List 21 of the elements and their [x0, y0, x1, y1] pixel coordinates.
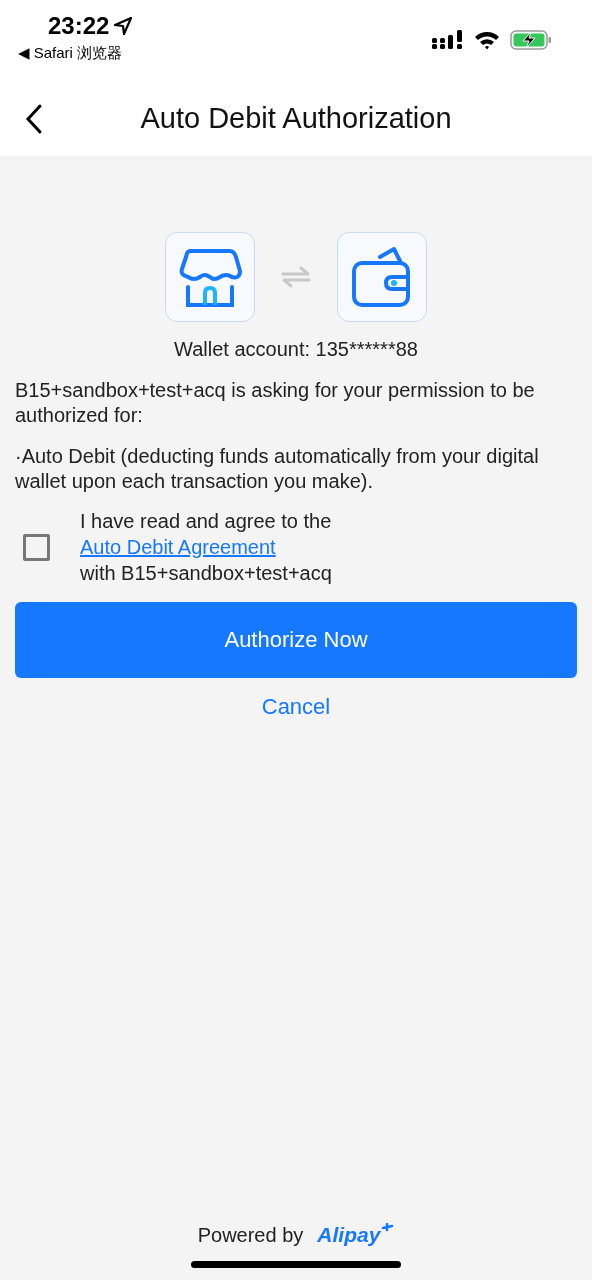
auto-debit-description: ·Auto Debit (deducting funds automatically from your digital wallet upon each transaction you make).	[15, 444, 540, 494]
status-time: 23:22	[48, 12, 110, 40]
agreement-checkbox[interactable]	[23, 533, 50, 561]
agreement-text: I have read and agree to the	[80, 509, 332, 534]
wallet-icon	[337, 232, 427, 322]
agreement-party-text: with B15+sandbox+test+acq	[80, 561, 332, 586]
store-icon	[165, 232, 255, 322]
permission-request-text: B15+sandbox+test+acq is asking for your permission to be authorized for:	[15, 378, 536, 428]
location-arrow-icon	[113, 16, 134, 36]
back-to-app-link[interactable]: ◀ Safari 浏览器	[18, 44, 134, 63]
agreement-link[interactable]: Auto Debit Agreement	[80, 534, 276, 560]
authorize-button[interactable]: Authorize Now	[15, 602, 577, 678]
page-title: Auto Debit Authorization	[140, 101, 452, 135]
wifi-icon	[474, 30, 500, 50]
cancel-link[interactable]: Cancel	[261, 694, 331, 720]
signal-icon	[432, 30, 464, 50]
swap-arrows-icon	[281, 266, 311, 288]
wallet-account-text: Wallet account: 135******88	[173, 338, 419, 361]
alipay-logo: Alipay	[317, 1223, 395, 1247]
powered-by-text: Powered by	[197, 1223, 304, 1247]
battery-charging-icon	[510, 30, 552, 50]
